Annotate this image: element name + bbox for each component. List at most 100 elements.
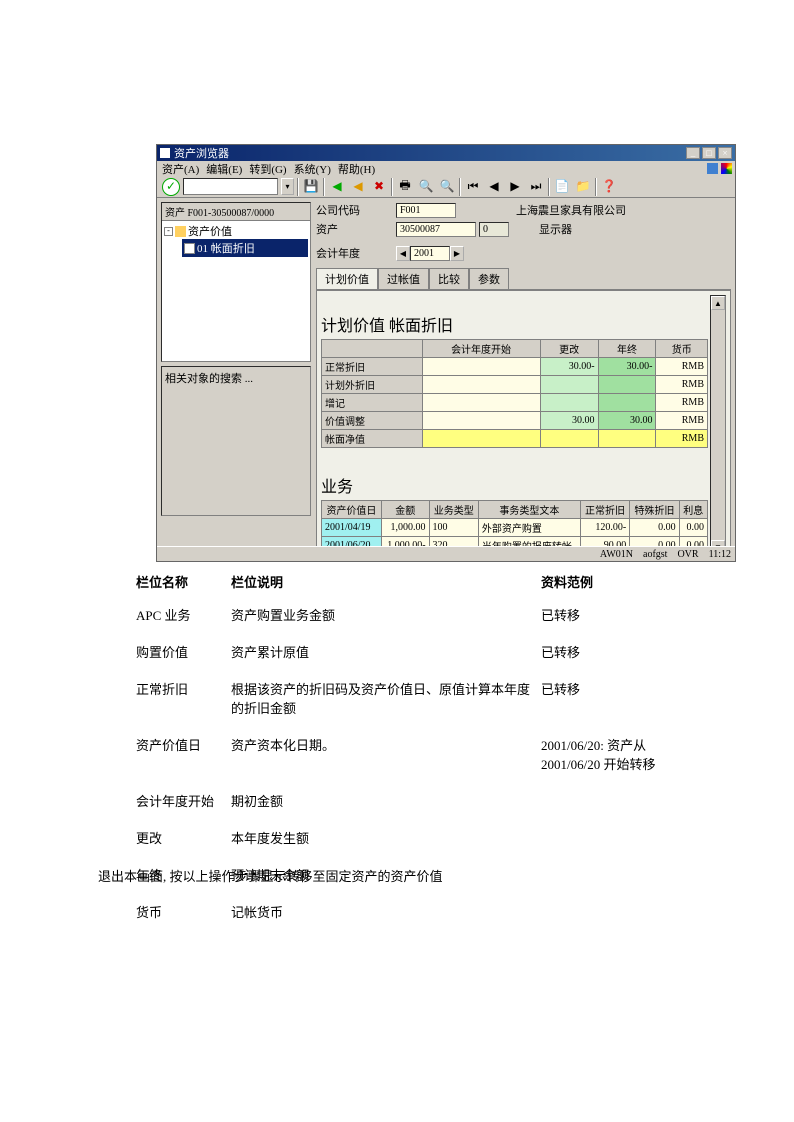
tab-planned[interactable]: 计划价值 (316, 268, 378, 289)
new-session-icon[interactable]: 📄 (553, 178, 571, 196)
menu-edit[interactable]: 编辑(E) (204, 161, 244, 177)
command-dropdown[interactable]: ▾ (281, 178, 294, 195)
close-button[interactable]: × (718, 147, 732, 159)
status-tcode: AW01N (600, 549, 633, 560)
col-field-desc: 栏位说明 (231, 572, 541, 591)
app-icon (160, 148, 170, 158)
tree-item-label: 01 帐面折旧 (197, 240, 255, 256)
col-open: 会计年度开始 (422, 340, 540, 358)
explain-row: 正常折旧根据该资产的折旧码及资产价值日、原值计算本年度的折旧金额已转移 (136, 679, 656, 717)
related-search-panel: 相关对象的搜索 ... (161, 366, 311, 516)
asset-tree: 资产 F001-30500087/0000 - 资产价值 01 帐面折旧 (161, 202, 311, 362)
menu-goto[interactable]: 转到(G) (247, 161, 288, 177)
menu-help[interactable]: 帮助(H) (336, 161, 377, 177)
separator (391, 178, 393, 196)
explain-row: 购置价值资产累计原值已转移 (136, 642, 656, 661)
sap-asset-browser-window: 资产浏览器 _ □ × 资产(A) 编辑(E) 转到(G) 系统(Y) 帮助(H… (156, 144, 736, 562)
tree-root[interactable]: - 资产价值 (164, 223, 308, 239)
color-wheel-icon (721, 163, 732, 174)
back-icon[interactable]: ◀ (328, 178, 346, 196)
explain-row: 更改本年度发生额 (136, 828, 656, 847)
grid-tb-icon[interactable] (321, 456, 336, 470)
company-code-label: 公司代码 (316, 202, 396, 218)
planned-table: 会计年度开始 更改 年终 货币 正常折旧30.00-30.00-RMB 计划外折… (321, 339, 708, 448)
work-area: 资产 F001-30500087/0000 - 资产价值 01 帐面折旧 相关对… (157, 198, 735, 546)
vertical-scrollbar[interactable]: ▲ ▼ (710, 295, 726, 555)
sap-logo-icon (707, 163, 718, 174)
grid-tb-icon[interactable] (321, 295, 336, 309)
separator (548, 178, 550, 196)
search-label[interactable]: 相关对象的搜索 ... (165, 370, 307, 386)
titlebar: 资产浏览器 _ □ × (157, 145, 735, 161)
print-icon[interactable]: 🖶 (396, 178, 414, 196)
explain-row: APC 业务资产购置业务金额已转移 (136, 605, 656, 624)
col-spec: 特殊折旧 (630, 501, 679, 519)
col-curr: 货币 (656, 340, 708, 358)
last-page-icon[interactable]: ⏭ (527, 178, 545, 196)
maximize-button[interactable]: □ (702, 147, 716, 159)
trans-title: 业务 (321, 473, 708, 497)
asset-sub-field[interactable]: 0 (479, 222, 509, 237)
cancel-icon[interactable]: ✖ (370, 178, 388, 196)
toolbar: ✓ ▾ 💾 ◀ ◀ ✖ 🖶 🔍 🔍 ⏮ ◀ ▶ ⏭ 📄 📁 ❓ (157, 176, 735, 198)
col-eoy: 年终 (598, 340, 656, 358)
tab-compare[interactable]: 比较 (429, 268, 469, 289)
folder-icon (175, 226, 186, 237)
col-label (322, 340, 423, 358)
tree-root-label: 资产价值 (188, 223, 232, 239)
status-time: 11:12 (709, 549, 731, 560)
col-int: 利息 (679, 501, 707, 519)
planned-title: 计划价值 帐面折旧 (321, 312, 708, 336)
asset-field[interactable]: 30500087 (396, 222, 476, 237)
enter-button[interactable]: ✓ (162, 178, 180, 196)
asset-name: 显示器 (539, 221, 572, 237)
separator (459, 178, 461, 196)
menu-asset[interactable]: 资产(A) (160, 161, 201, 177)
company-code-field[interactable]: F001 (396, 203, 456, 218)
find-next-icon[interactable]: 🔍 (438, 178, 456, 196)
doc-icon (184, 243, 195, 254)
menubar: 资产(A) 编辑(E) 转到(G) 系统(Y) 帮助(H) (157, 161, 735, 176)
tab-params[interactable]: 参数 (469, 268, 509, 289)
table-row: 2001/04/191,000.00100外部资产购置120.00-0.000.… (322, 519, 708, 537)
footer-note: 退出本画面, 按以上操作步骤显示转移至固定资产的资产价值 (98, 866, 443, 885)
table-header-row: 会计年度开始 更改 年终 货币 (322, 340, 708, 358)
menu-system[interactable]: 系统(Y) (292, 161, 333, 177)
grid-toolbar (321, 295, 708, 309)
command-field[interactable] (183, 178, 278, 195)
planned-content: 计划价值 帐面折旧 会计年度开始 更改 年终 货币 正常折旧30.00-30.0… (316, 290, 731, 560)
fy-next-button[interactable]: ▶ (450, 246, 464, 261)
minimize-button[interactable]: _ (686, 147, 700, 159)
grid-toolbar-2 (321, 456, 708, 470)
help-icon[interactable]: ❓ (600, 178, 618, 196)
col-example: 资料范例 (541, 572, 656, 591)
company-name: 上海震旦家具有限公司 (516, 202, 626, 218)
status-mode: OVR (677, 549, 698, 560)
exit-icon[interactable]: ◀ (349, 178, 367, 196)
tabstrip: 计划价值 过帐值 比较 参数 (316, 268, 731, 290)
shortcut-icon[interactable]: 📁 (574, 178, 592, 196)
find-icon[interactable]: 🔍 (417, 178, 435, 196)
tree-item-selected[interactable]: 01 帐面折旧 (182, 239, 308, 257)
next-page-icon[interactable]: ▶ (506, 178, 524, 196)
tree-toggle-icon[interactable]: - (164, 227, 173, 236)
asset-label: 资产 (316, 221, 396, 237)
window-title: 资产浏览器 (174, 145, 229, 161)
separator (595, 178, 597, 196)
col-desc: 事务类型文本 (478, 501, 580, 519)
col-change: 更改 (540, 340, 598, 358)
col-amount: 金额 (381, 501, 429, 519)
prev-page-icon[interactable]: ◀ (485, 178, 503, 196)
scroll-up-icon[interactable]: ▲ (711, 296, 725, 310)
table-row: 增记RMB (322, 394, 708, 412)
statusbar: AW01N aofgst OVR 11:12 (157, 546, 735, 561)
status-sys: aofgst (643, 549, 667, 560)
save-icon[interactable]: 💾 (302, 178, 320, 196)
col-ord: 正常折旧 (580, 501, 629, 519)
first-page-icon[interactable]: ⏮ (464, 178, 482, 196)
fy-prev-button[interactable]: ◀ (396, 246, 410, 261)
tab-posted[interactable]: 过帐值 (378, 268, 429, 289)
fiscal-year-label: 会计年度 (316, 245, 396, 261)
fiscal-year-field[interactable]: 2001 (410, 246, 450, 261)
col-date: 资产价值日 (322, 501, 382, 519)
